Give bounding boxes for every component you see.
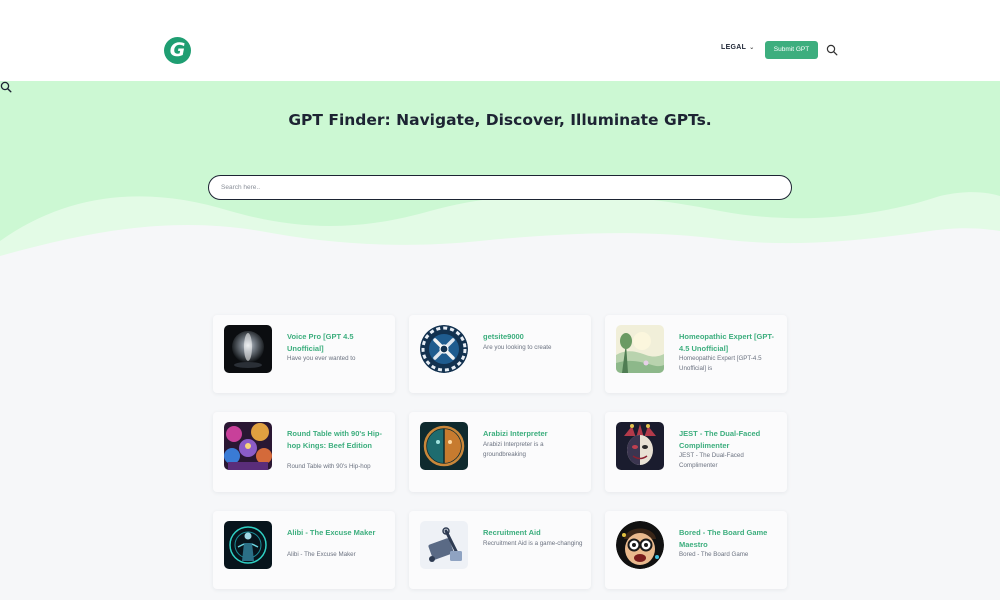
gpt-thumbnail [224, 325, 272, 373]
gpt-card-title: Homeopathic Expert [GPT-4.5 Unofficial] [679, 332, 775, 353]
gpt-thumbnail [224, 521, 272, 569]
gpt-card[interactable]: Homeopathic Expert [GPT-4.5 Unofficial] … [605, 315, 787, 393]
gpt-thumbnail [420, 325, 468, 373]
gpt-card-title: Bored - The Board Game Maestro [679, 528, 768, 549]
gpt-card-title: JEST - The Dual-Faced Complimenter [679, 429, 761, 450]
legal-menu[interactable]: LEGAL ⌄ [721, 44, 755, 51]
gpt-card[interactable]: Recruitment Aid Recruitment Aid is a gam… [409, 511, 591, 589]
hero-title: GPT Finder: Navigate, Discover, Illumina… [288, 111, 712, 129]
gpt-card-title: getsite9000 [483, 332, 524, 341]
gpt-card-description: Bored - The Board Game [679, 551, 749, 558]
submit-gpt-button[interactable]: Submit GPT [765, 41, 818, 59]
gpt-card-description: Arabizi Interpreter is a groundbreaking [483, 441, 544, 458]
gpt-card[interactable]: JEST - The Dual-Faced Complimenter JEST … [605, 412, 787, 492]
gpt-card[interactable]: Arabizi Interpreter Arabizi Interpreter … [409, 412, 591, 492]
gpt-card[interactable]: Alibi - The Excuse Maker Alibi - The Exc… [213, 511, 395, 589]
search-submit-icon[interactable] [0, 81, 12, 93]
site-header: G LEGAL ⌄ Submit GPT [0, 0, 1000, 81]
gpt-thumbnail [224, 422, 272, 470]
gpt-card-title: Round Table with 90's Hip-hop Kings: Bee… [287, 429, 382, 450]
search-bar[interactable] [208, 175, 792, 200]
gpt-card[interactable]: Round Table with 90's Hip-hop Kings: Bee… [213, 412, 395, 492]
gpt-thumbnail [616, 521, 664, 569]
gpt-card[interactable]: Voice Pro [GPT 4.5 Unofficial] Have you … [213, 315, 395, 393]
logo-letter: G [169, 39, 186, 61]
gpt-card[interactable]: Bored - The Board Game Maestro Bored - T… [605, 511, 787, 589]
gpt-card-description: Have you ever wanted to [287, 355, 356, 362]
gpt-thumbnail [616, 422, 664, 470]
gpt-card-description: Recruitment Aid is a game-changing [483, 540, 583, 547]
gpt-card-description: Alibi - The Excuse Maker [287, 551, 356, 558]
hero-section: GPT Finder: Navigate, Discover, Illumina… [0, 81, 1000, 271]
gpt-card-title: Voice Pro [GPT 4.5 Unofficial] [287, 332, 354, 353]
legal-menu-label: LEGAL [721, 44, 747, 51]
gpt-thumbnail [420, 422, 468, 470]
chevron-down-icon: ⌄ [749, 45, 755, 51]
gpt-thumbnail [616, 325, 664, 373]
gpt-card[interactable]: getsite9000 Are you looking to create [409, 315, 591, 393]
gpt-card-description: Homeopathic Expert [GPT-4.5 Unofficial] … [679, 355, 762, 372]
gpt-card-title: Alibi - The Excuse Maker [287, 528, 376, 537]
gpt-card-title: Recruitment Aid [483, 528, 541, 537]
gpt-card-description: Round Table with 90's Hip-hop [287, 463, 371, 470]
search-input[interactable] [221, 181, 761, 194]
search-icon[interactable] [826, 44, 838, 56]
gpt-card-title: Arabizi Interpreter [483, 429, 548, 438]
gpt-card-description: JEST - The Dual-Faced Complimenter [679, 452, 744, 469]
site-logo[interactable]: G [164, 37, 191, 64]
gpt-card-description: Are you looking to create [483, 344, 552, 351]
gpt-thumbnail [420, 521, 468, 569]
